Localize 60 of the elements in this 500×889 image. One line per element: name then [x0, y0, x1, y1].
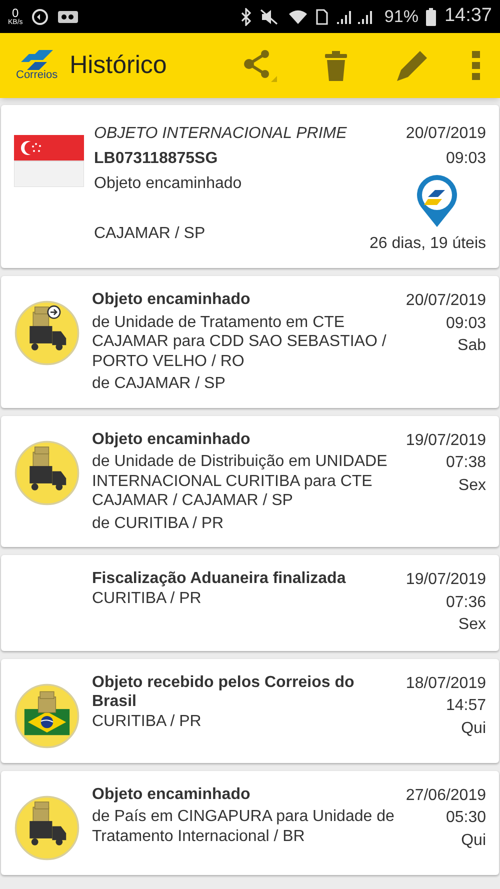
- pencil-icon: [395, 48, 429, 82]
- weekday-text: Sex: [458, 615, 486, 635]
- object-category: OBJETO INTERNACIONAL PRIME: [94, 124, 348, 144]
- event-card[interactable]: Fiscalização Aduaneira finalizada CURITIBA / PR 19/07/2019 07:36 Sex: [1, 555, 499, 650]
- battery-level: 91%: [384, 6, 418, 28]
- sim-icon: [316, 8, 328, 24]
- share-icon: [243, 50, 277, 82]
- correios-logo[interactable]: Correios: [16, 50, 58, 81]
- event-title: Objeto recebido pelos Correios do Brasil: [92, 672, 356, 712]
- weekday-text: Qui: [461, 718, 486, 738]
- event-title: Objeto encaminhado: [92, 784, 252, 804]
- toolbar-title: Histórico: [70, 50, 167, 81]
- event-location: de CAJAMAR / SP: [92, 374, 226, 394]
- date-text: 19/07/2019: [406, 430, 486, 450]
- network-speed: 0: [12, 7, 19, 19]
- time-text: 09:03: [446, 314, 486, 334]
- time-text: 09:03: [446, 149, 486, 169]
- date-text: 20/07/2019: [406, 124, 486, 144]
- singapore-flag-icon: [14, 135, 84, 187]
- event-card[interactable]: Objeto encaminhado de Unidade de Tratamento em CTE CAJAMAR para CDD SAO SEBASTIAO / PORTO VELHO / RO de CAJAMAR / SP 20/07/2019 09:03 Sab: [1, 276, 499, 408]
- elapsed-time: 26 dias, 19 úteis: [369, 234, 486, 254]
- date-text: 18/07/2019: [406, 674, 486, 694]
- mute-icon: [260, 8, 280, 24]
- brazil-flag-icon: [14, 682, 80, 748]
- event-title: Objeto encaminhado: [92, 290, 252, 310]
- event-title: Fiscalização Aduaneira finalizada: [92, 569, 347, 588]
- weekday-text: Sab: [458, 336, 486, 356]
- date-text: 27/06/2019: [406, 786, 486, 806]
- location-pin-icon[interactable]: [416, 175, 458, 227]
- truck-icon: [14, 794, 80, 860]
- event-title: Objeto encaminhado: [92, 430, 252, 449]
- truck-icon: [14, 440, 80, 506]
- event-detail: de País em CINGAPURA para Unidade de Tratamento Internacional / BR: [92, 807, 396, 846]
- status-text: Objeto encaminhado: [94, 174, 243, 194]
- event-location: de CURITIBA / PR: [92, 514, 225, 533]
- bluetooth-icon: [240, 8, 252, 26]
- sync-icon: [30, 8, 49, 26]
- trash-icon: [324, 50, 348, 80]
- clock: 14:37: [444, 4, 492, 28]
- logo-icon: [18, 50, 55, 70]
- location-text: CAJAMAR / SP: [94, 224, 206, 244]
- wifi-icon: [288, 8, 308, 24]
- battery-icon: [426, 8, 436, 26]
- time-text: 07:38: [446, 453, 486, 473]
- event-location: CURITIBA / PR: [92, 588, 202, 608]
- voicemail-icon: [56, 8, 79, 24]
- more-icon: [472, 50, 480, 80]
- event-card[interactable]: Objeto encaminhado de País em CINGAPURA para Unidade de Tratamento Internacional / BR 27/06/2019 05:30 Qui: [1, 770, 499, 874]
- event-card[interactable]: Objeto recebido pelos Correios do Brasil CURITIBA / PR 18/07/2019 14:57 Qui: [1, 658, 499, 762]
- event-location: CURITIBA / PR: [92, 712, 202, 731]
- date-text: 20/07/2019: [406, 291, 486, 311]
- time-text: 14:57: [446, 696, 486, 716]
- weekday-text: Sex: [458, 476, 486, 496]
- logo-text: Correios: [16, 70, 58, 81]
- time-text: 05:30: [446, 808, 486, 828]
- weekday-text: Qui: [461, 830, 486, 850]
- tracking-code: LB073118875SG: [94, 149, 219, 169]
- time-text: 07:36: [446, 592, 486, 612]
- event-card[interactable]: Objeto encaminhado de Unidade de Distribuição em UNIDADE INTERNACIONAL CURITIBA para CTE CAJAMAR / CAJAMAR / SP de CURITIBA / PR 19/07/2019 07:38 Sex: [1, 416, 499, 547]
- date-text: 19/07/2019: [406, 570, 486, 590]
